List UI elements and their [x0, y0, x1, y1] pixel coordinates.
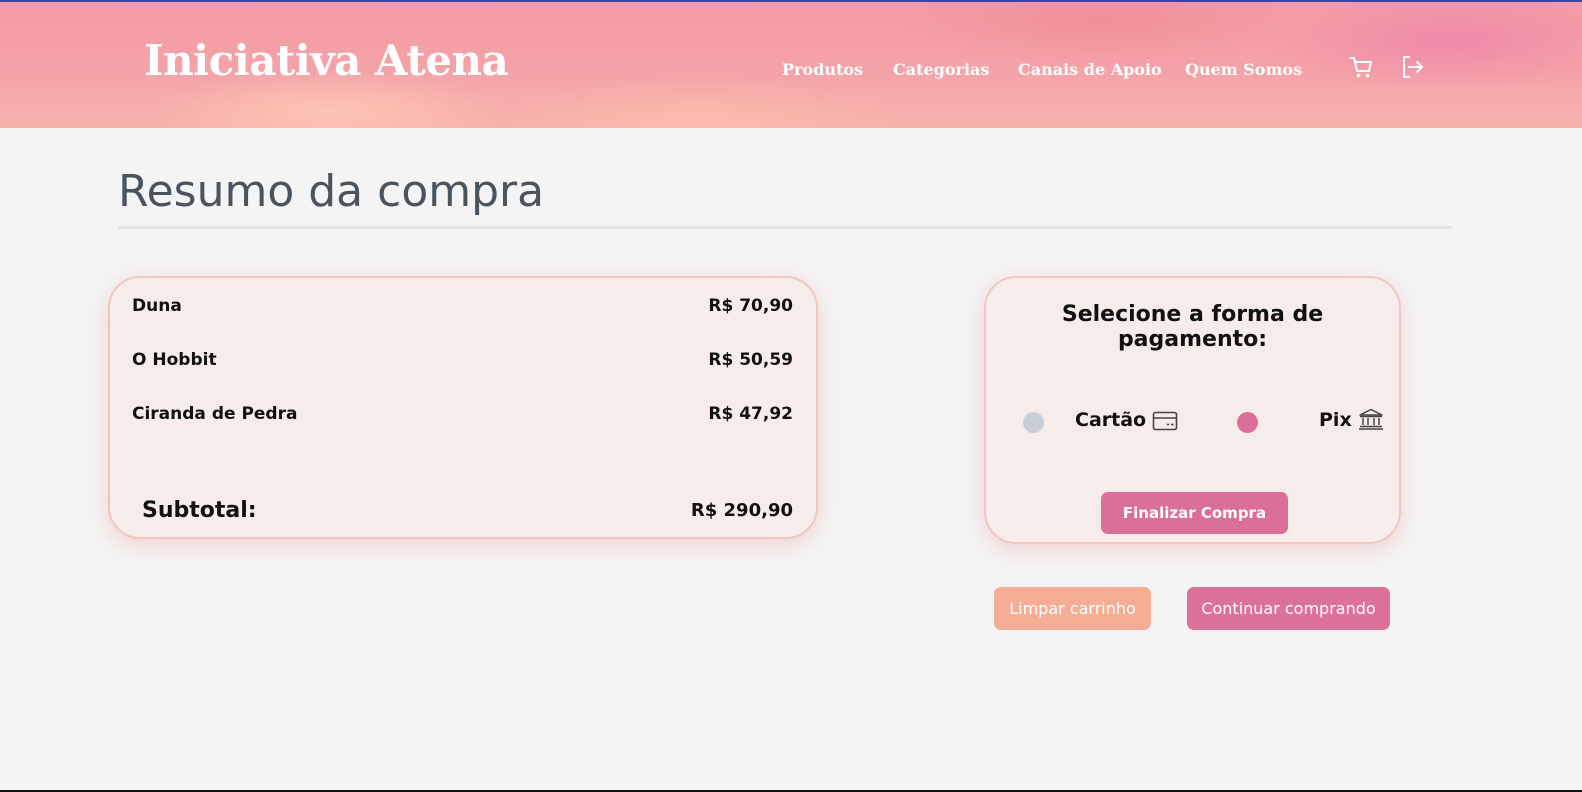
site-header: Iniciativa Atena Produtos Categorias Can… — [0, 2, 1582, 128]
continuar-comprando-button[interactable]: Continuar comprando — [1187, 587, 1390, 630]
logout-icon[interactable] — [1400, 54, 1426, 80]
nav-item-quem-somos[interactable]: Quem Somos — [1185, 60, 1302, 79]
finalizar-compra-button[interactable]: Finalizar Compra — [1101, 492, 1288, 534]
payment-card: Selecione a forma de pagamento: Cartão P… — [984, 276, 1401, 544]
nav-item-produtos[interactable]: Produtos — [782, 60, 863, 79]
cart-item-name: Duna — [132, 296, 182, 316]
subtotal-label: Subtotal: — [142, 498, 257, 523]
radio-pix[interactable] — [1237, 412, 1258, 433]
cart-icon[interactable] — [1348, 54, 1374, 80]
site-logo[interactable]: Iniciativa Atena — [144, 36, 509, 85]
bank-icon — [1359, 408, 1383, 430]
nav-item-canais-de-apoio[interactable]: Canais de Apoio — [1018, 60, 1162, 79]
page-title: Resumo da compra — [118, 166, 545, 217]
payment-option-pix-label[interactable]: Pix — [1319, 409, 1352, 431]
nav-item-categorias[interactable]: Categorias — [893, 60, 989, 79]
payment-option-cartao-label[interactable]: Cartão — [1075, 409, 1146, 431]
cart-item-price: R$ 47,92 — [708, 404, 793, 424]
subtotal-value: R$ 290,90 — [690, 500, 793, 521]
title-divider — [118, 226, 1452, 229]
limpar-carrinho-button[interactable]: Limpar carrinho — [994, 587, 1151, 630]
credit-card-icon — [1152, 411, 1178, 431]
cart-item-price: R$ 70,90 — [708, 296, 793, 316]
radio-cartao[interactable] — [1023, 412, 1044, 433]
cart-item-price: R$ 50,59 — [708, 350, 793, 370]
payment-title: Selecione a forma de pagamento: — [1061, 302, 1324, 352]
cart-item-name: Ciranda de Pedra — [132, 404, 298, 424]
cart-item-name: O Hobbit — [132, 350, 217, 370]
cart-summary-card: Duna R$ 70,90 O Hobbit R$ 50,59 Ciranda … — [108, 276, 818, 539]
